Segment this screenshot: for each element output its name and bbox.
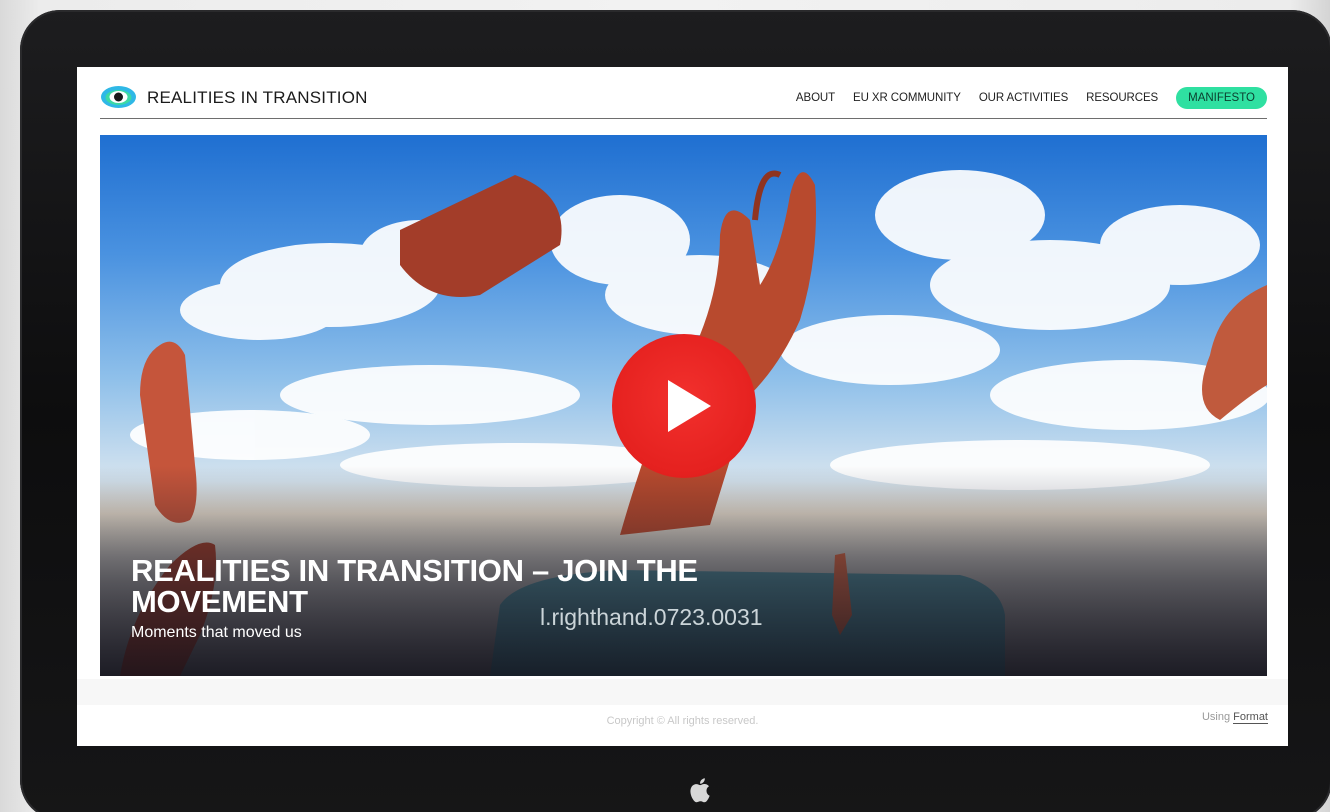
play-icon bbox=[668, 380, 711, 432]
nav-about[interactable]: ABOUT bbox=[796, 92, 835, 104]
format-link[interactable]: Format bbox=[1233, 711, 1268, 724]
copyright-text: Copyright © All rights reserved. bbox=[606, 715, 759, 727]
previous-slide-arrow[interactable]: ‹ bbox=[79, 396, 91, 418]
apple-logo-icon bbox=[690, 778, 710, 803]
using-prefix: Using bbox=[1201, 711, 1231, 723]
nav-resources[interactable]: RESOURCES bbox=[1086, 92, 1158, 104]
nav-links: ABOUT EU XR COMMUNITY OUR ACTIVITIES RES… bbox=[778, 86, 1267, 110]
page-background bbox=[77, 679, 1288, 705]
brand-name[interactable]: REALITIES IN TRANSITION bbox=[147, 88, 368, 108]
nav-eu-xr-community[interactable]: EU XR COMMUNITY bbox=[853, 92, 961, 104]
top-navigation: REALITIES IN TRANSITION ABOUT EU XR COMM… bbox=[100, 67, 1267, 119]
hero-video[interactable]: l.righthand.0723.0031 REALITIES IN TRANS… bbox=[100, 135, 1267, 676]
hero-title: REALITIES IN TRANSITION – JOIN THE MOVEM… bbox=[131, 553, 698, 619]
using-format: Using Format bbox=[1201, 711, 1268, 724]
next-slide-arrow[interactable]: › bbox=[1275, 396, 1287, 418]
hero-subtitle: Moments that moved us bbox=[131, 624, 302, 641]
manifesto-button[interactable]: MANIFESTO bbox=[1176, 87, 1267, 109]
eye-logo-icon[interactable] bbox=[100, 85, 137, 109]
browser-screen: REALITIES IN TRANSITION ABOUT EU XR COMM… bbox=[77, 67, 1288, 746]
play-button[interactable] bbox=[612, 334, 756, 478]
nav-our-activities[interactable]: OUR ACTIVITIES bbox=[979, 92, 1068, 104]
